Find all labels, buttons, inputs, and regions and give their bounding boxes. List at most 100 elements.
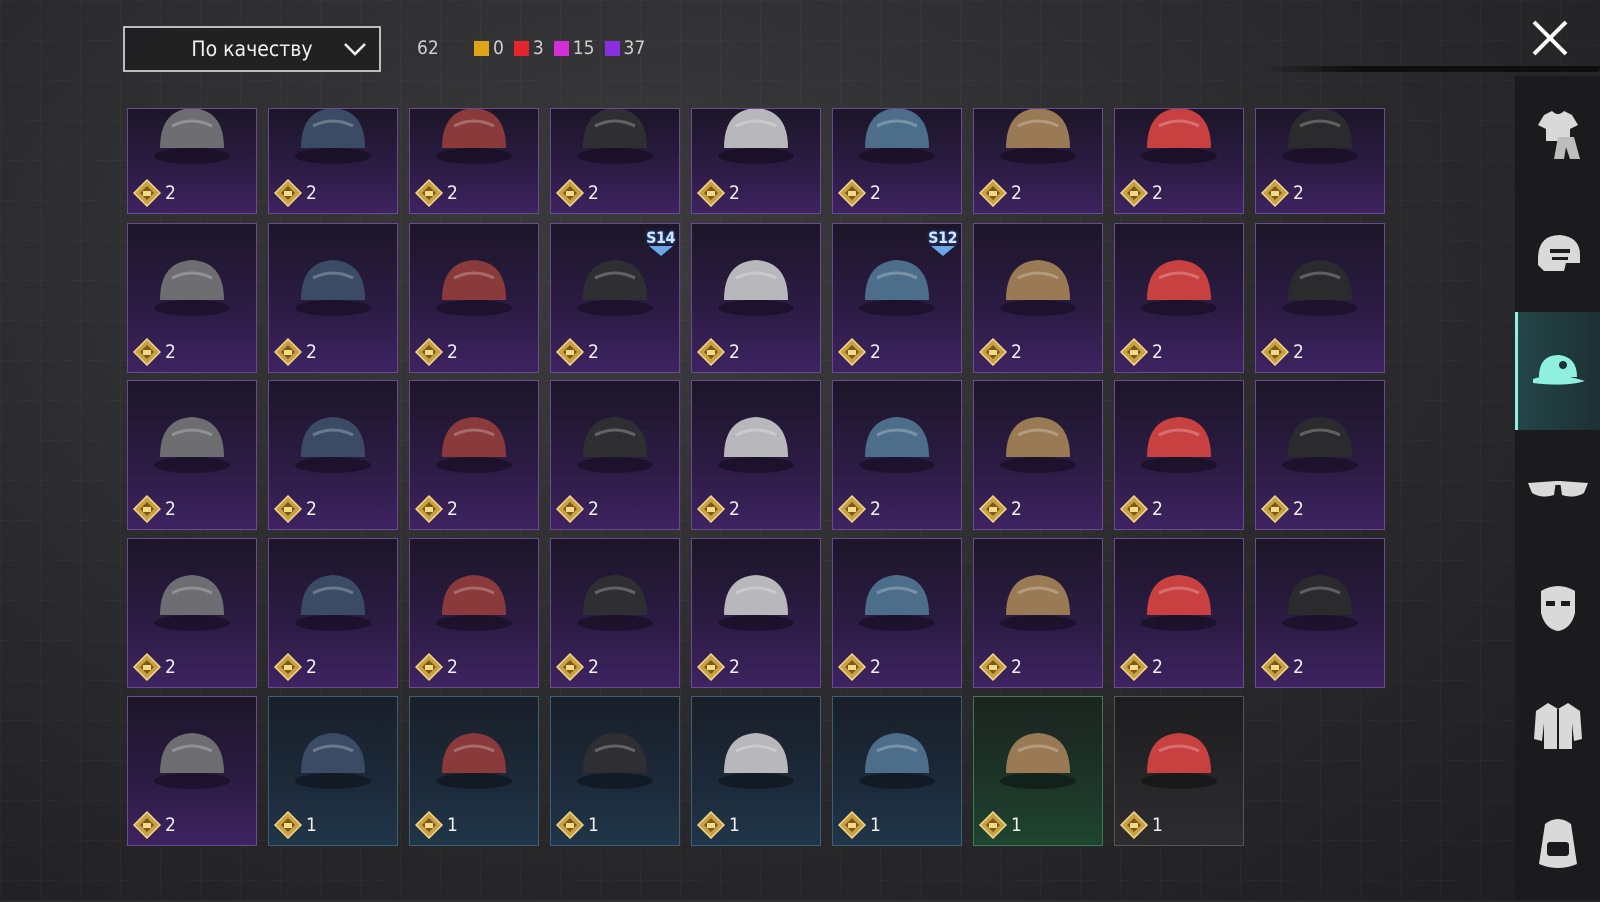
- coin-icon: [838, 495, 866, 523]
- item-card[interactable]: 2: [691, 538, 821, 688]
- item-qty-value: 2: [1011, 341, 1022, 363]
- outfit-icon: [1537, 111, 1580, 159]
- coin-icon: [979, 338, 1007, 366]
- blue-fez-icon: [577, 575, 653, 631]
- item-card[interactable]: 2: [973, 108, 1103, 214]
- item-image: [833, 539, 961, 657]
- rarity-count-value: 37: [623, 37, 646, 59]
- tab-mask[interactable]: [1515, 548, 1600, 666]
- coin-icon: [697, 338, 725, 366]
- item-qty-value: 2: [870, 656, 881, 678]
- item-qty-value: 2: [1152, 182, 1163, 204]
- patrol-cap-icon: [1000, 733, 1076, 789]
- item-card[interactable]: 2: [832, 538, 962, 688]
- item-card[interactable]: 1: [268, 696, 398, 846]
- coin-icon: [415, 179, 443, 207]
- jacket-icon: [1533, 703, 1582, 749]
- item-card[interactable]: 2: [550, 538, 680, 688]
- item-image: [410, 381, 538, 499]
- tab-jacket[interactable]: [1515, 666, 1600, 784]
- item-card[interactable]: 1: [691, 696, 821, 846]
- black-beanie-icon: [1141, 733, 1217, 789]
- close-icon[interactable]: [1530, 18, 1570, 58]
- item-card[interactable]: 2: [409, 223, 539, 373]
- item-card[interactable]: 2: [1114, 108, 1244, 214]
- item-quantity: 2: [1120, 338, 1163, 366]
- item-card[interactable]: 2: [268, 380, 398, 530]
- item-image: [410, 224, 538, 342]
- coin-icon: [415, 653, 443, 681]
- item-card[interactable]: 1: [1114, 696, 1244, 846]
- item-image: [128, 109, 256, 183]
- item-quantity: 2: [1261, 495, 1304, 523]
- item-card[interactable]: 2: [691, 380, 821, 530]
- rarity-count-gold: 0: [474, 37, 504, 59]
- item-card[interactable]: 2: [409, 538, 539, 688]
- orange-mech-helmet-icon: [436, 109, 512, 164]
- item-card[interactable]: 2: [691, 223, 821, 373]
- item-qty-value: 2: [588, 182, 599, 204]
- rarity-count-value: 3: [532, 37, 544, 59]
- item-image: [269, 109, 397, 183]
- item-card[interactable]: 2: [127, 108, 257, 214]
- item-image: [974, 109, 1102, 183]
- item-image: [974, 539, 1102, 657]
- item-card[interactable]: 2: [550, 380, 680, 530]
- item-card[interactable]: 2: [268, 108, 398, 214]
- item-card[interactable]: 2: [409, 108, 539, 214]
- sort-dropdown[interactable]: По качеству: [123, 26, 381, 72]
- item-card[interactable]: 2: [832, 380, 962, 530]
- gold-logo-cap-icon: [859, 575, 935, 631]
- tab-backpack[interactable]: [1515, 784, 1600, 902]
- item-card[interactable]: 2: [691, 108, 821, 214]
- item-image: [1256, 381, 1384, 499]
- item-card[interactable]: 1: [409, 696, 539, 846]
- item-card[interactable]: 2: [973, 223, 1103, 373]
- item-image: [974, 381, 1102, 499]
- item-card[interactable]: 2: [973, 538, 1103, 688]
- item-image: [974, 697, 1102, 815]
- item-card[interactable]: 1: [832, 696, 962, 846]
- item-card[interactable]: S14 2: [550, 223, 680, 373]
- tab-glasses[interactable]: [1515, 430, 1600, 548]
- item-card[interactable]: 2: [1255, 538, 1385, 688]
- item-card[interactable]: 2: [127, 380, 257, 530]
- item-qty-value: 2: [1293, 656, 1304, 678]
- item-card[interactable]: 2: [973, 380, 1103, 530]
- item-card[interactable]: 2: [832, 108, 962, 214]
- coin-icon: [415, 495, 443, 523]
- item-quantity: 2: [1261, 338, 1304, 366]
- item-card[interactable]: 2: [409, 380, 539, 530]
- bobble-beanie-icon: [1000, 260, 1076, 316]
- aviator-cap-icon: [154, 733, 230, 789]
- item-card[interactable]: 2: [550, 108, 680, 214]
- item-card[interactable]: 1: [550, 696, 680, 846]
- item-card[interactable]: 2: [1255, 108, 1385, 214]
- item-quantity: 1: [556, 811, 599, 839]
- item-card[interactable]: 2: [1114, 223, 1244, 373]
- coin-icon: [556, 179, 584, 207]
- item-card[interactable]: 2: [127, 538, 257, 688]
- item-card[interactable]: 2: [1255, 223, 1385, 373]
- tab-helmet[interactable]: [1515, 194, 1600, 312]
- item-card[interactable]: 2: [268, 223, 398, 373]
- item-card[interactable]: 2: [1114, 380, 1244, 530]
- item-image: [692, 109, 820, 183]
- item-image: [692, 697, 820, 815]
- item-card[interactable]: 2: [127, 696, 257, 846]
- item-image: [128, 697, 256, 815]
- tab-headwear[interactable]: [1515, 312, 1600, 430]
- coin-icon: [1120, 811, 1148, 839]
- item-card[interactable]: 2: [1255, 380, 1385, 530]
- item-card[interactable]: 2: [127, 223, 257, 373]
- item-quantity: 2: [979, 653, 1022, 681]
- item-card[interactable]: S12 2: [832, 223, 962, 373]
- item-card[interactable]: 1: [973, 696, 1103, 846]
- shark-hat-icon: [436, 417, 512, 473]
- item-image: [410, 697, 538, 815]
- item-card[interactable]: 2: [1114, 538, 1244, 688]
- maid-headband-icon: [1141, 417, 1217, 473]
- item-qty-value: 2: [447, 182, 458, 204]
- item-card[interactable]: 2: [268, 538, 398, 688]
- tab-outfit[interactable]: [1515, 76, 1600, 194]
